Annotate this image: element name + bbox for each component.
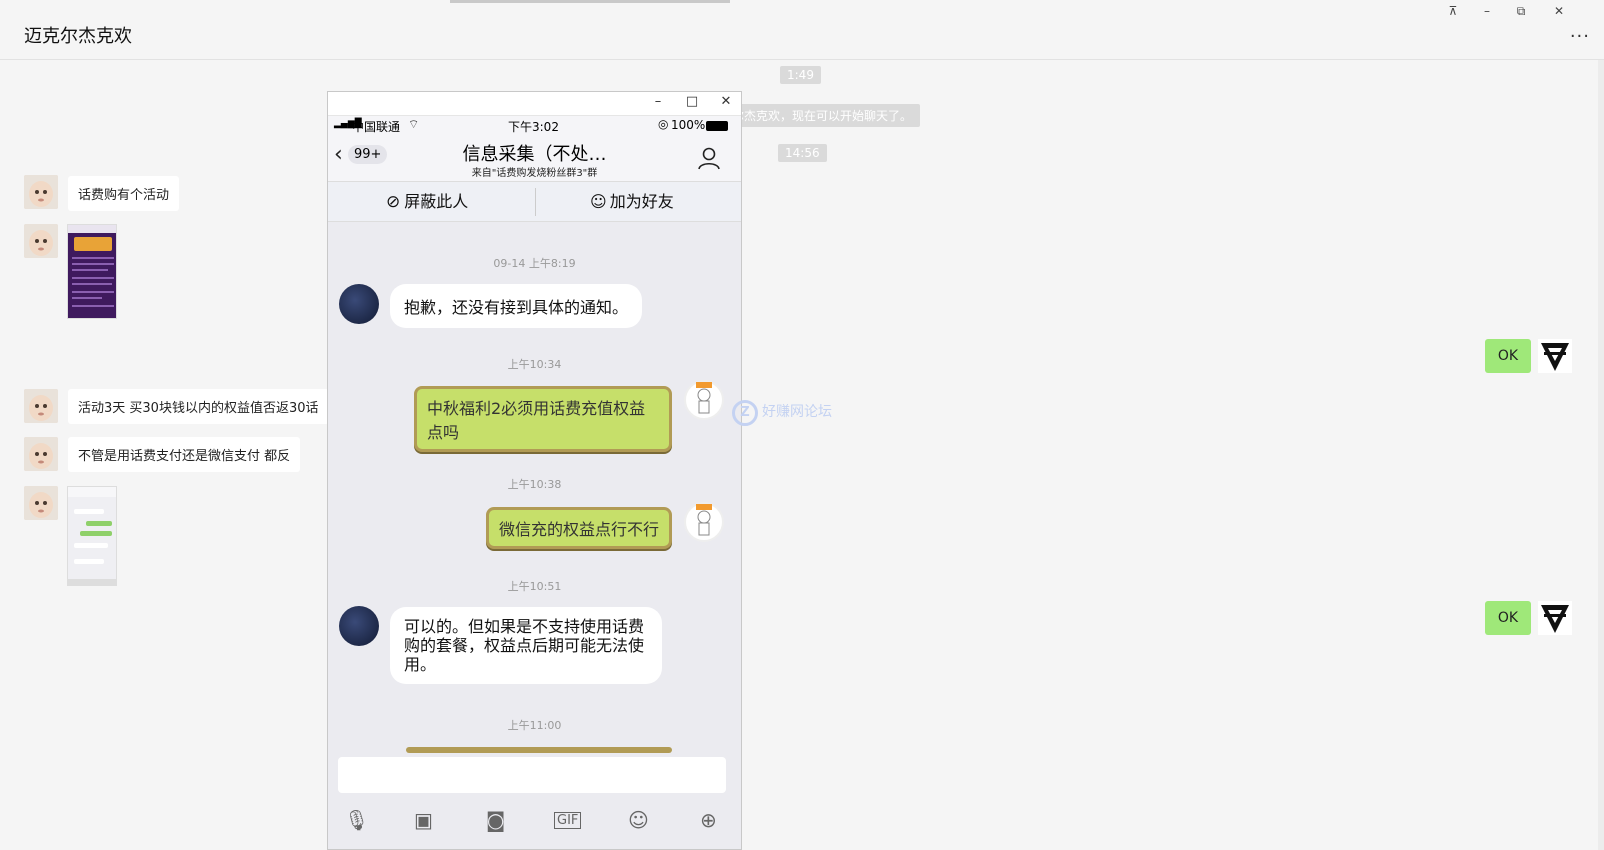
- conversation-time: 上午10:51: [507, 580, 562, 593]
- avatar[interactable]: [24, 486, 58, 520]
- message-bubble[interactable]: 话费购有个活动: [68, 176, 180, 211]
- profile-icon[interactable]: [696, 145, 722, 171]
- window-shadow: [450, 0, 730, 3]
- block-user-button[interactable]: ⊘ 屏蔽此人: [386, 182, 468, 222]
- message-bubble[interactable]: 可以的。但如果是不支持使用话费购的套餐，权益点后期可能无法使用。: [390, 607, 662, 684]
- conversation-time: 上午11:00: [507, 719, 562, 732]
- watermark-logo-icon: Z: [732, 400, 758, 426]
- message-bubble[interactable]: OK: [1485, 601, 1531, 635]
- message-bubble[interactable]: OK: [1485, 339, 1531, 373]
- viewer-titlebar: – □ ✕: [328, 92, 741, 116]
- wifi-icon: ⌔: [408, 117, 420, 131]
- gif-icon[interactable]: GIF: [554, 812, 582, 829]
- message-bubble[interactable]: 不管是用话费支付还是微信支付 都反: [68, 437, 301, 472]
- contact-avatar[interactable]: [339, 606, 379, 646]
- message-bubble[interactable]: 活动3天 买30块钱以内的权益值否返30话: [68, 389, 329, 424]
- conversation-time: 上午10:34: [507, 358, 562, 371]
- add-user-icon: ☺: [590, 192, 607, 211]
- baby-face-icon: [24, 389, 58, 423]
- viewer-close-button[interactable]: ✕: [716, 94, 736, 109]
- baby-face-icon: [24, 224, 58, 258]
- camera-icon[interactable]: ◙: [486, 808, 505, 832]
- emoji-icon[interactable]: ☺: [628, 808, 649, 832]
- chat-title: 迈克尔杰克欢: [24, 26, 132, 47]
- battery-icon: [706, 121, 728, 131]
- avatar[interactable]: [24, 224, 58, 258]
- viewer-maximize-button[interactable]: □: [682, 94, 702, 109]
- message-bubble[interactable]: 微信充的权益点行不行: [486, 507, 673, 549]
- divider: [535, 188, 536, 216]
- conversation-time: 09-14 上午8:19: [493, 257, 576, 270]
- contact-avatar[interactable]: [339, 284, 379, 324]
- nav-subtitle: 来自"话费购发烧粉丝群3"群: [471, 168, 598, 179]
- timestamp: 1:49: [780, 66, 821, 84]
- chat-scrollbar[interactable]: [1598, 60, 1604, 850]
- user-avatar[interactable]: [684, 380, 724, 420]
- add-icon[interactable]: ⊕: [700, 808, 717, 832]
- phone-nav-bar: ‹ 99+ 信息采集（不处… 来自"话费购发烧粉丝群3"群: [328, 136, 741, 182]
- chat-screenshot-icon: [68, 487, 116, 585]
- user-avatar[interactable]: [684, 502, 724, 542]
- image-thumbnail[interactable]: [67, 486, 117, 586]
- message-bubble[interactable]: 中秋福利2必须用话费充值权益点吗: [414, 386, 672, 452]
- pin-button[interactable]: ⊼: [1442, 4, 1464, 18]
- emblem-icon: [1541, 343, 1569, 371]
- partial-bubble: [406, 747, 672, 753]
- phone-status-bar: ▂▄▆█ 中国联通 ⌔ 下午3:02 ◎ 100%: [328, 116, 741, 136]
- message-input[interactable]: [338, 757, 726, 793]
- message-bubble[interactable]: 抱歉，还没有接到具体的通知。: [390, 284, 643, 328]
- add-friend-label: 加为好友: [609, 192, 674, 211]
- avatar[interactable]: [1538, 601, 1572, 635]
- avatar[interactable]: [24, 389, 58, 423]
- cartoon-avatar-icon: [696, 382, 712, 414]
- microphone-icon[interactable]: 🎙: [344, 808, 369, 832]
- image-icon[interactable]: ▣: [414, 808, 433, 832]
- minimize-button[interactable]: –: [1476, 4, 1498, 18]
- more-options-button[interactable]: ···: [1570, 26, 1590, 47]
- carrier: 中国联通: [352, 120, 401, 134]
- baby-face-icon: [24, 175, 58, 209]
- promo-image-icon: [68, 225, 116, 318]
- status-time: 下午3:02: [508, 120, 559, 134]
- battery-percent: 100%: [671, 118, 706, 132]
- profile-action-bar: ⊘ 屏蔽此人 ☺ 加为好友: [328, 182, 741, 222]
- conversation-time: 上午10:38: [507, 478, 562, 491]
- image-viewer-window[interactable]: – □ ✕ ▂▄▆█ 中国联通 ⌔ 下午3:02 ◎ 100% ‹ 99+ 信息…: [327, 91, 742, 850]
- image-thumbnail[interactable]: [67, 224, 117, 319]
- watermark-text: 好赚网论坛: [762, 404, 832, 420]
- avatar[interactable]: [1538, 339, 1572, 373]
- add-friend-button[interactable]: ☺ 加为好友: [590, 182, 674, 222]
- watermark: Z 好赚网论坛: [732, 400, 832, 426]
- restore-button[interactable]: ⧉: [1510, 4, 1532, 19]
- viewer-minimize-button[interactable]: –: [648, 94, 668, 109]
- avatar[interactable]: [24, 175, 58, 209]
- input-toolbar: 🎙 ▣ ◙ GIF ☺ ⊕: [328, 798, 741, 849]
- chat-header: 迈克尔杰克欢 ⊼ – ⧉ ✕ ···: [0, 0, 1604, 60]
- avatar[interactable]: [24, 437, 58, 471]
- cartoon-avatar-icon: [696, 504, 712, 536]
- emblem-icon: [1541, 605, 1569, 633]
- close-button[interactable]: ✕: [1548, 4, 1570, 18]
- baby-face-icon: [24, 437, 58, 471]
- timestamp: 14:56: [778, 144, 827, 162]
- block-icon: ⊘: [386, 192, 401, 212]
- block-label: 屏蔽此人: [404, 192, 469, 211]
- baby-face-icon: [24, 486, 58, 520]
- rotation-lock-icon: ◎: [658, 117, 669, 131]
- nav-title: 信息采集（不处…: [462, 144, 607, 165]
